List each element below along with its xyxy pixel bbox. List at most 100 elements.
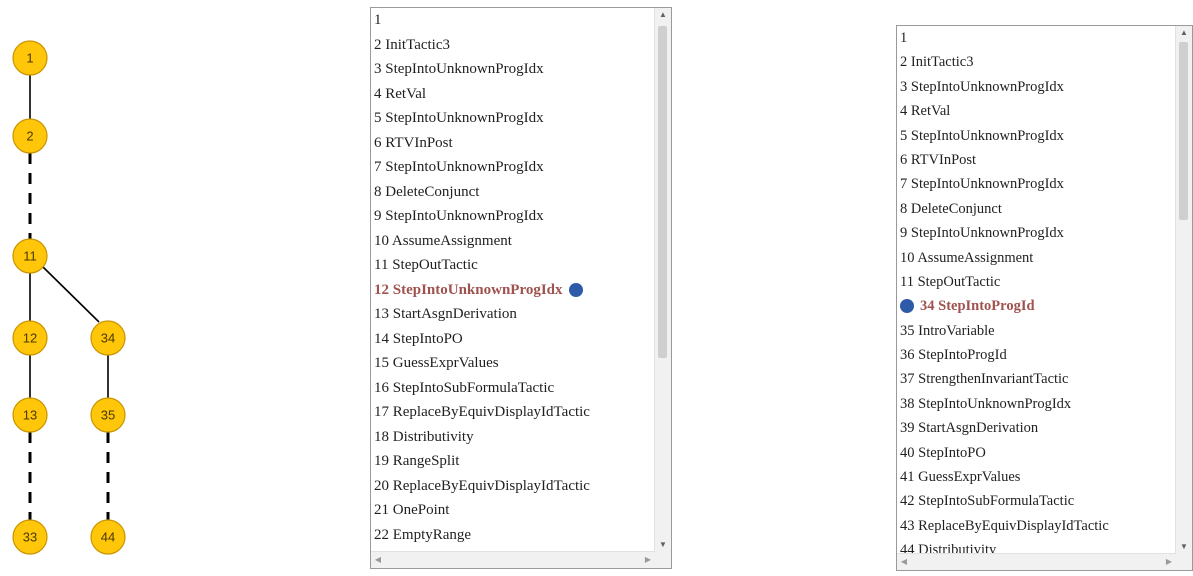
list-item-label: 6 RTVInPost xyxy=(900,151,977,168)
list-item[interactable]: 11 StepOutTactic xyxy=(900,270,1176,294)
derivation-list-left[interactable]: 1 2 InitTactic3 3 StepIntoUnknownProgIdx 4 … xyxy=(370,7,672,569)
list-item[interactable]: 9 StepIntoUnknownProgIdx xyxy=(900,221,1176,245)
list-item[interactable]: 38 StepIntoUnknownProgIdx xyxy=(900,392,1176,416)
scroll-thumb[interactable] xyxy=(658,26,667,358)
vertical-scrollbar[interactable]: ▲ ▼ xyxy=(654,8,671,552)
list-item[interactable]: 1 xyxy=(374,8,655,33)
list-item[interactable]: 35 IntroVariable xyxy=(900,319,1176,343)
list-item[interactable]: 10 AssumeAssignment xyxy=(374,229,655,254)
tree-node-11[interactable]: 11 xyxy=(12,238,48,274)
list-item[interactable]: 34 StepIntoProgId xyxy=(900,294,1176,318)
list-item[interactable]: 8 DeleteConjunct xyxy=(900,197,1176,221)
list-item[interactable]: 4 RetVal xyxy=(900,99,1176,123)
list-item[interactable]: 19 RangeSplit xyxy=(374,449,655,474)
list-item[interactable]: 3 StepIntoUnknownProgIdx xyxy=(900,75,1176,99)
tree-node-13[interactable]: 13 xyxy=(12,397,48,433)
tree-node-33[interactable]: 33 xyxy=(12,519,48,555)
list-item-label: 1 xyxy=(900,30,908,46)
list-item-label: 1 xyxy=(374,12,382,28)
list-item[interactable]: 2 InitTactic3 xyxy=(374,33,655,58)
tree-node-35[interactable]: 35 xyxy=(90,397,126,433)
derivation-tree: 1211121333343544 xyxy=(12,40,126,555)
list-item-label: 19 RangeSplit xyxy=(374,453,460,469)
list-item[interactable]: 7 StepIntoUnknownProgIdx xyxy=(374,155,655,180)
list-item-label: 44 Distributivity xyxy=(900,542,997,554)
list-item-label: 10 AssumeAssignment xyxy=(374,232,512,249)
vertical-scrollbar[interactable]: ▲ ▼ xyxy=(1175,26,1192,554)
derivation-list-right-rows: 1 2 InitTactic3 3 StepIntoUnknownProgIdx 4 … xyxy=(897,26,1176,554)
list-item[interactable]: 4 RetVal xyxy=(374,82,655,107)
list-item[interactable]: 21 OnePoint xyxy=(374,498,655,523)
list-item[interactable]: 42 StepIntoSubFormulaTactic xyxy=(900,489,1176,513)
tree-node-1[interactable]: 1 xyxy=(12,40,48,76)
tree-node-label: 13 xyxy=(23,408,37,423)
list-item-label: 8 DeleteConjunct xyxy=(900,200,1002,217)
tree-node-44[interactable]: 44 xyxy=(90,519,126,555)
scroll-right-icon[interactable]: ▶ xyxy=(641,552,655,568)
list-item[interactable]: 3 StepIntoUnknownProgIdx xyxy=(374,57,655,82)
list-item[interactable]: 12 StepIntoUnknownProgIdx xyxy=(374,278,655,303)
list-item[interactable]: 15 GuessExprValues xyxy=(374,351,655,376)
list-item-label: 11 StepOutTactic xyxy=(374,257,478,273)
scroll-down-icon[interactable]: ▼ xyxy=(655,538,671,552)
list-item-label: 4 RetVal xyxy=(374,85,427,102)
derivation-list-left-rows: 1 2 InitTactic3 3 StepIntoUnknownProgIdx 4 … xyxy=(371,8,655,552)
list-item-label: 42 StepIntoSubFormulaTactic xyxy=(900,493,1075,510)
current-step-marker-icon xyxy=(900,299,914,314)
horizontal-scrollbar[interactable]: ◀ ▶ xyxy=(897,553,1176,570)
list-item-label: 2 InitTactic3 xyxy=(900,54,974,71)
list-item[interactable]: 5 StepIntoUnknownProgIdx xyxy=(900,124,1176,148)
list-item[interactable]: 16 StepIntoSubFormulaTactic xyxy=(374,376,655,401)
list-item-label: 40 StepIntoPO xyxy=(900,444,986,461)
list-item[interactable]: 37 StrengthenInvariantTactic xyxy=(900,367,1176,391)
list-item[interactable]: 2 InitTactic3 xyxy=(900,50,1176,74)
horizontal-scrollbar[interactable]: ◀ ▶ xyxy=(371,551,655,568)
list-item[interactable]: 11 StepOutTactic xyxy=(374,253,655,278)
scroll-thumb[interactable] xyxy=(1179,42,1188,220)
edge-11-34 xyxy=(42,266,100,323)
tree-node-34[interactable]: 34 xyxy=(90,320,126,356)
list-item[interactable]: 14 StepIntoPO xyxy=(374,327,655,352)
list-item[interactable]: 44 Distributivity xyxy=(900,538,1176,554)
list-item-label: 4 RetVal xyxy=(900,103,951,120)
list-item[interactable]: 1 xyxy=(900,26,1176,50)
tree-node-2[interactable]: 2 xyxy=(12,118,48,154)
list-item[interactable]: 5 StepIntoUnknownProgIdx xyxy=(374,106,655,131)
list-item[interactable]: 22 EmptyRange xyxy=(374,523,655,548)
list-item[interactable]: 8 DeleteConjunct xyxy=(374,180,655,205)
list-item[interactable]: 39 StartAsgnDerivation xyxy=(900,416,1176,440)
list-item[interactable]: 17 ReplaceByEquivDisplayIdTactic xyxy=(374,400,655,425)
list-item-label: 12 StepIntoUnknownProgIdx xyxy=(374,281,563,298)
list-item-label: 7 StepIntoUnknownProgIdx xyxy=(900,176,1064,193)
scroll-left-icon[interactable]: ◀ xyxy=(897,554,911,570)
scroll-up-icon[interactable]: ▲ xyxy=(655,8,671,22)
derivation-list-right[interactable]: 1 2 InitTactic3 3 StepIntoUnknownProgIdx 4 … xyxy=(896,25,1193,571)
list-item-label: 36 StepIntoProgId xyxy=(900,347,1007,364)
list-item[interactable]: 41 GuessExprValues xyxy=(900,465,1176,489)
scroll-right-icon[interactable]: ▶ xyxy=(1162,554,1176,570)
list-item-label: 41 GuessExprValues xyxy=(900,469,1021,486)
list-item-label: 20 ReplaceByEquivDisplayIdTactic xyxy=(374,477,590,494)
scroll-left-icon[interactable]: ◀ xyxy=(371,552,385,568)
tree-node-12[interactable]: 12 xyxy=(12,320,48,356)
list-item[interactable]: 20 ReplaceByEquivDisplayIdTactic xyxy=(374,474,655,499)
list-item-label: 17 ReplaceByEquivDisplayIdTactic xyxy=(374,404,590,420)
scroll-down-icon[interactable]: ▼ xyxy=(1176,540,1192,554)
list-item-label: 22 EmptyRange xyxy=(374,526,472,543)
list-item[interactable]: 13 StartAsgnDerivation xyxy=(374,302,655,327)
list-item[interactable]: 10 AssumeAssignment xyxy=(900,246,1176,270)
list-item-label: 18 Distributivity xyxy=(374,428,474,445)
list-item[interactable]: 43 ReplaceByEquivDisplayIdTactic xyxy=(900,514,1176,538)
list-item-label: 10 AssumeAssignment xyxy=(900,249,1034,266)
list-item[interactable]: 6 RTVInPost xyxy=(374,131,655,156)
list-item[interactable]: 7 StepIntoUnknownProgIdx xyxy=(900,172,1176,196)
scroll-up-icon[interactable]: ▲ xyxy=(1176,26,1192,40)
list-item-label: 14 StepIntoPO xyxy=(374,330,463,347)
list-item[interactable]: 40 StepIntoPO xyxy=(900,441,1176,465)
list-item[interactable]: 18 Distributivity xyxy=(374,425,655,450)
list-item[interactable]: 36 StepIntoProgId xyxy=(900,343,1176,367)
list-item[interactable]: 9 StepIntoUnknownProgIdx xyxy=(374,204,655,229)
list-item[interactable]: 6 RTVInPost xyxy=(900,148,1176,172)
list-item-label: 37 StrengthenInvariantTactic xyxy=(900,371,1069,388)
tree-node-label: 34 xyxy=(101,331,115,346)
